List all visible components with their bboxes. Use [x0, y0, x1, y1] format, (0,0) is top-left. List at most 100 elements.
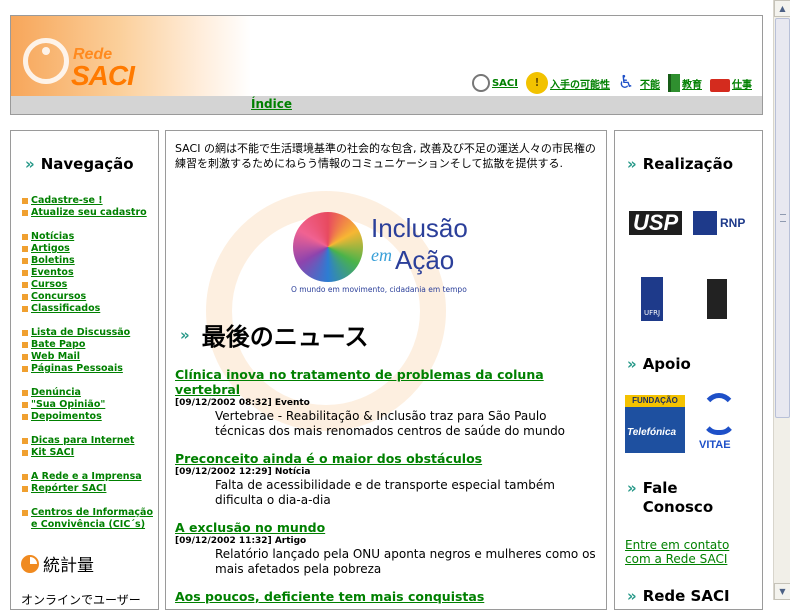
nav-link[interactable]: Cursos [31, 279, 67, 291]
nav-link[interactable]: Bate Papo [31, 339, 85, 351]
bullet-icon [22, 282, 28, 288]
nav-link[interactable]: Atualize seu cadastro [31, 207, 147, 219]
bullet-icon [22, 366, 28, 372]
chevron-right-icon: » [627, 479, 637, 497]
vitae-logo[interactable]: VITAE [695, 393, 743, 453]
nav-link[interactable]: Lista de Discussão [31, 327, 130, 339]
news-title-link[interactable]: Aos poucos, deficiente tem mais conquist… [175, 589, 600, 604]
news-list: Clínica inova no tratamento de problemas… [175, 367, 600, 609]
news-title-link[interactable]: Clínica inova no tratamento de problemas… [175, 367, 600, 397]
nav-link[interactable]: Boletins [31, 255, 75, 267]
rede-saci-logo[interactable]: Rede SACI [11, 16, 251, 96]
nav-item-web-mail[interactable]: Web Mail [22, 351, 157, 363]
banner-em: em [371, 245, 392, 265]
nav-link[interactable]: Repórter SACI [31, 483, 106, 495]
bullet-icon [22, 270, 28, 276]
partner-logo[interactable] [707, 279, 727, 319]
nav-item-lista[interactable]: Lista de Discussão [22, 327, 157, 339]
nav-link[interactable]: Centros de Informação e Convivência (CIC… [31, 507, 157, 531]
nav-link[interactable]: Cadastre-se ! [31, 195, 103, 207]
nav-item-cic[interactable]: Centros de Informação e Convivência (CIC… [22, 507, 157, 531]
nav-item-dicas[interactable]: Dicas para Internet [22, 435, 157, 447]
chevron-right-icon: » [180, 325, 190, 344]
fundacao-telefonica-logo[interactable]: FUNDAÇÃO Telefónica [625, 395, 685, 453]
nav-item-eventos[interactable]: Eventos [22, 267, 157, 279]
briefcase-icon [710, 78, 730, 92]
nav-item-concursos[interactable]: Concursos [22, 291, 157, 303]
rnp-logo-mark [693, 211, 717, 235]
nav-link[interactable]: "Sua Opinião" [31, 399, 105, 411]
nav-item-classificados[interactable]: Classificados [22, 303, 157, 315]
scroll-up-arrow-icon[interactable]: ▲ [774, 0, 790, 17]
news-description: Relatório lançado pela ONU aponta negros… [215, 547, 596, 576]
nav-link[interactable]: Depoimentos [31, 411, 102, 423]
nav-item-atualize[interactable]: Atualize seu cadastro [22, 207, 157, 219]
news-item: Aos poucos, deficiente tem mais conquist… [175, 589, 600, 604]
bullet-icon [22, 210, 28, 216]
nav-item-paginas[interactable]: Páginas Pessoais [22, 363, 157, 375]
scrollbar-thumb[interactable] [775, 18, 790, 418]
nav-item-cursos[interactable]: Cursos [22, 279, 157, 291]
header-link-saci-label[interactable]: SACI [492, 78, 518, 89]
news-item: A exclusão no mundo [09/12/2002 11:32] A… [175, 520, 600, 577]
nav-link[interactable]: Dicas para Internet [31, 435, 134, 447]
index-bar: Índice [11, 96, 762, 114]
bullet-icon [22, 474, 28, 480]
fale-conosco-title: Fale Conosco [642, 479, 714, 516]
header-link-accessibility-label[interactable]: 入手の可能性 [550, 76, 610, 91]
main-content-column: SACI の網は不能で生活環境基準の社会的な包含, 改善及び不足の運送人々の市民… [165, 130, 607, 610]
nav-item-noticias[interactable]: Notícias [22, 231, 157, 243]
rnp-logo-text: RNP [720, 216, 746, 230]
nav-item-sua-opiniao[interactable]: "Sua Opinião" [22, 399, 157, 411]
chevron-right-icon: » [627, 587, 637, 605]
nav-link[interactable]: Notícias [31, 231, 74, 243]
nav-link[interactable]: Páginas Pessoais [31, 363, 123, 375]
nav-link[interactable]: A Rede e a Imprensa [31, 471, 142, 483]
nav-link[interactable]: Web Mail [31, 351, 80, 363]
header-link-disability-label[interactable]: 不能 [640, 76, 660, 91]
rnp-logo[interactable]: RNP [693, 211, 745, 235]
vitae-logo-mark [701, 393, 737, 435]
nav-item-imprensa[interactable]: A Rede e a Imprensa [22, 471, 157, 483]
nav-item-boletins[interactable]: Boletins [22, 255, 157, 267]
nav-group-content: Notícias Artigos Boletins Eventos Cursos… [22, 231, 157, 315]
bullet-icon [22, 438, 28, 444]
index-link[interactable]: Índice [251, 97, 292, 111]
header-link-accessibility[interactable]: ! 入手の可能性 [526, 72, 610, 94]
news-type: Artigo [274, 536, 307, 546]
nav-link[interactable]: Denúncia [31, 387, 81, 399]
nav-item-bate-papo[interactable]: Bate Papo [22, 339, 157, 351]
bullet-icon [22, 390, 28, 396]
header-link-saci[interactable]: SACI [471, 74, 518, 92]
nav-link[interactable]: Concursos [31, 291, 86, 303]
header-link-education[interactable]: 教育 [668, 74, 702, 92]
news-type: Notícia [274, 467, 311, 477]
nav-item-reporter[interactable]: Repórter SACI [22, 483, 157, 495]
bullet-icon [22, 234, 28, 240]
inclusao-em-acao-banner[interactable]: Inclusão em Ação O mundo em movimento, c… [291, 207, 483, 302]
vitae-logo-text: VITAE [699, 439, 731, 451]
header-link-work-label[interactable]: 仕事 [732, 76, 752, 91]
nav-item-depoimentos[interactable]: Depoimentos [22, 411, 157, 423]
nav-link[interactable]: Eventos [31, 267, 74, 279]
nav-item-kit-saci[interactable]: Kit SACI [22, 447, 157, 459]
nav-item-denuncia[interactable]: Denúncia [22, 387, 157, 399]
news-title-link[interactable]: A exclusão no mundo [175, 520, 600, 535]
header-link-work[interactable]: 仕事 [710, 75, 752, 92]
nav-group-account: Cadastre-se ! Atualize seu cadastro [22, 195, 157, 219]
header-link-disability[interactable]: ♿ 不能 [618, 73, 660, 93]
vertical-scrollbar[interactable]: ▲ ▼ [773, 0, 790, 600]
nav-link[interactable]: Classificados [31, 303, 100, 315]
nav-item-cadastre[interactable]: Cadastre-se ! [22, 195, 157, 207]
nav-link[interactable]: Kit SACI [31, 447, 74, 459]
contact-link[interactable]: Entre em contato com a Rede SACI [625, 538, 740, 566]
header-link-education-label[interactable]: 教育 [682, 76, 702, 91]
apoio-heading: » Apoio [627, 355, 691, 373]
scroll-down-arrow-icon[interactable]: ▼ [774, 583, 790, 600]
navigation-heading: » Navegação [25, 155, 134, 173]
ufrj-logo[interactable]: UFRJ [641, 277, 663, 321]
news-title-link[interactable]: Preconceito ainda é o maior dos obstácul… [175, 451, 600, 466]
usp-logo[interactable]: USP [629, 211, 683, 235]
nav-item-artigos[interactable]: Artigos [22, 243, 157, 255]
nav-link[interactable]: Artigos [31, 243, 70, 255]
